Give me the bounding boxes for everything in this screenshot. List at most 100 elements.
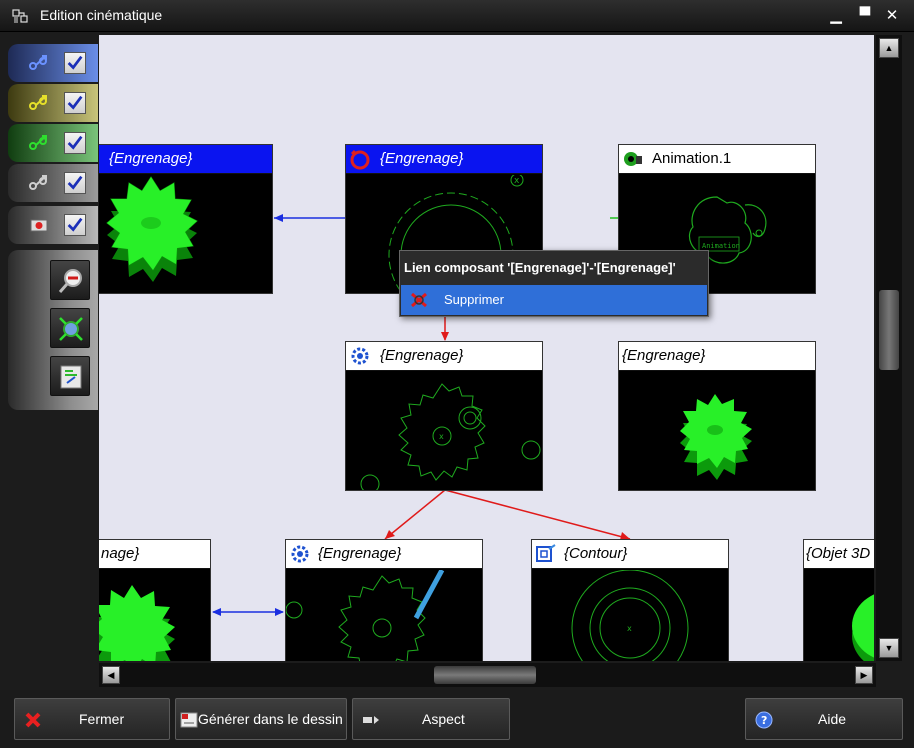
svg-text:Animation: Animation — [702, 242, 740, 250]
scroll-right-button[interactable]: ▶ — [855, 666, 873, 684]
filter-components-checkbox[interactable] — [64, 214, 86, 236]
diagram-canvas[interactable]: {Engrenage} {Engrenage} x Animation.1 An… — [99, 35, 874, 661]
link-blue-top-arrow — [274, 214, 283, 222]
node-preview: x — [532, 570, 728, 661]
node-preview: x — [346, 372, 542, 490]
link-red-vertical-arrow — [441, 332, 449, 341]
node-label: {Engrenage} — [318, 545, 402, 562]
delete-link-menu-item[interactable]: Supprimer — [401, 285, 707, 315]
horizontal-scroll-thumb[interactable] — [434, 666, 536, 684]
node-header[interactable]: {Objet 3D — [804, 540, 874, 569]
minimize-button[interactable]: ▁ — [826, 6, 846, 26]
scroll-down-button[interactable]: ▼ — [879, 638, 899, 658]
aspect-icon — [363, 716, 379, 724]
filter-blue-checkbox[interactable] — [64, 52, 86, 74]
filter-gray-links[interactable] — [8, 164, 98, 202]
generate-button-label: Générer dans le dessin — [198, 711, 343, 727]
node-engrenage-3[interactable]: {Engrenage} x — [345, 341, 543, 491]
context-menu-title: Lien composant '[Engrenage]'-'[Engrenage… — [404, 260, 676, 275]
node-header[interactable]: {Contour} — [532, 540, 728, 569]
filter-gray-checkbox[interactable] — [64, 172, 86, 194]
node-header[interactable]: Animation.1 — [619, 145, 815, 174]
node-engrenage-6[interactable]: {Engrenage} — [285, 539, 483, 661]
title-bar: Edition cinématique ▁ ▀ ✕ — [0, 0, 914, 32]
link-blue-bottom-arrow-left — [212, 608, 221, 616]
node-header[interactable]: {Engrenage} — [346, 342, 542, 371]
node-header[interactable]: {Engrenage} — [346, 145, 542, 174]
help-icon: ? — [755, 711, 773, 729]
animation-icon — [624, 152, 642, 166]
node-preview — [286, 570, 482, 661]
node-header[interactable]: {Engrenage} — [99, 145, 272, 174]
node-header[interactable]: {Engrenage} — [619, 342, 815, 371]
link-red-left — [384, 489, 446, 540]
delete-link-label: Supprimer — [444, 292, 504, 307]
kinematics-app-icon — [12, 9, 28, 23]
node-engrenage-5[interactable]: nage} — [99, 539, 211, 661]
close-icon — [25, 712, 41, 728]
vertical-scrollbar[interactable]: ▲ ▼ — [876, 35, 902, 661]
help-button-label: Aide — [818, 711, 847, 727]
close-button[interactable]: Fermer — [14, 698, 170, 740]
node-label: {Engrenage} — [109, 150, 193, 167]
horizontal-scrollbar[interactable]: ◀ ▶ — [99, 663, 876, 687]
gear-mechanism-icon — [351, 347, 369, 365]
filter-components[interactable] — [8, 206, 98, 244]
scroll-left-button[interactable]: ◀ — [102, 666, 120, 684]
contour-icon — [536, 544, 556, 562]
node-preview — [619, 372, 815, 490]
aspect-button-label: Aspect — [422, 711, 465, 727]
node-header[interactable]: {Engrenage} — [286, 540, 482, 569]
node-label: {Engrenage} — [622, 347, 706, 364]
link-blue-icon — [29, 55, 47, 70]
aspect-button[interactable]: Aspect — [352, 698, 510, 740]
close-button-label: Fermer — [79, 711, 125, 727]
link-red-right — [444, 489, 631, 540]
scroll-up-button[interactable]: ▲ — [879, 38, 899, 58]
link-yellow-icon — [29, 95, 47, 110]
close-window-button[interactable]: ✕ — [882, 6, 902, 26]
rotation-icon — [350, 149, 370, 170]
maximize-button[interactable]: ▀ — [855, 6, 875, 26]
delete-link-icon — [411, 292, 427, 308]
vertical-scroll-thumb[interactable] — [879, 290, 899, 370]
zoom-out-button[interactable] — [50, 260, 90, 300]
generate-drawing-icon — [180, 712, 198, 728]
bottom-button-bar: Fermer Générer dans le dessin Aspect ? A… — [0, 690, 914, 748]
node-engrenage-1[interactable]: {Engrenage} — [99, 144, 273, 294]
node-objet-3d[interactable]: {Objet 3D — [803, 539, 874, 661]
link-green-icon — [29, 135, 47, 150]
filter-yellow-checkbox[interactable] — [64, 92, 86, 114]
view-tools-panel — [8, 250, 98, 410]
generate-button[interactable]: Générer dans le dessin — [175, 698, 347, 740]
node-preview — [99, 175, 272, 293]
node-contour[interactable]: {Contour} x — [531, 539, 729, 661]
gear-mechanism-icon — [291, 545, 309, 563]
svg-text:x: x — [439, 432, 444, 441]
filter-green-checkbox[interactable] — [64, 132, 86, 154]
node-preview — [804, 570, 874, 661]
zoom-fit-icon — [59, 317, 83, 341]
help-button[interactable]: ? Aide — [745, 698, 903, 740]
filter-blue-links[interactable] — [8, 44, 98, 82]
node-label: Animation.1 — [652, 150, 732, 167]
filter-yellow-links[interactable] — [8, 84, 98, 122]
node-label: {Engrenage} — [380, 150, 464, 167]
node-header[interactable]: nage} — [99, 540, 210, 569]
layout-button[interactable] — [50, 356, 90, 396]
link-gray-icon — [29, 175, 47, 190]
node-label: {Objet 3D — [806, 545, 871, 562]
node-engrenage-4[interactable]: {Engrenage} — [618, 341, 816, 491]
node-label: nage} — [101, 545, 140, 562]
svg-text:x: x — [514, 176, 520, 186]
component-icon — [30, 219, 48, 232]
zoom-fit-button[interactable] — [50, 308, 90, 348]
layout-icon — [60, 365, 82, 389]
svg-text:?: ? — [761, 714, 767, 727]
filter-green-links[interactable] — [8, 124, 98, 162]
link-blue-bottom-arrow-right — [275, 608, 284, 616]
window-title: Edition cinématique — [40, 7, 163, 23]
node-label: {Contour} — [564, 545, 628, 562]
link-context-menu: Lien composant '[Engrenage]'-'[Engrenage… — [399, 250, 709, 317]
zoom-out-icon — [58, 269, 82, 293]
